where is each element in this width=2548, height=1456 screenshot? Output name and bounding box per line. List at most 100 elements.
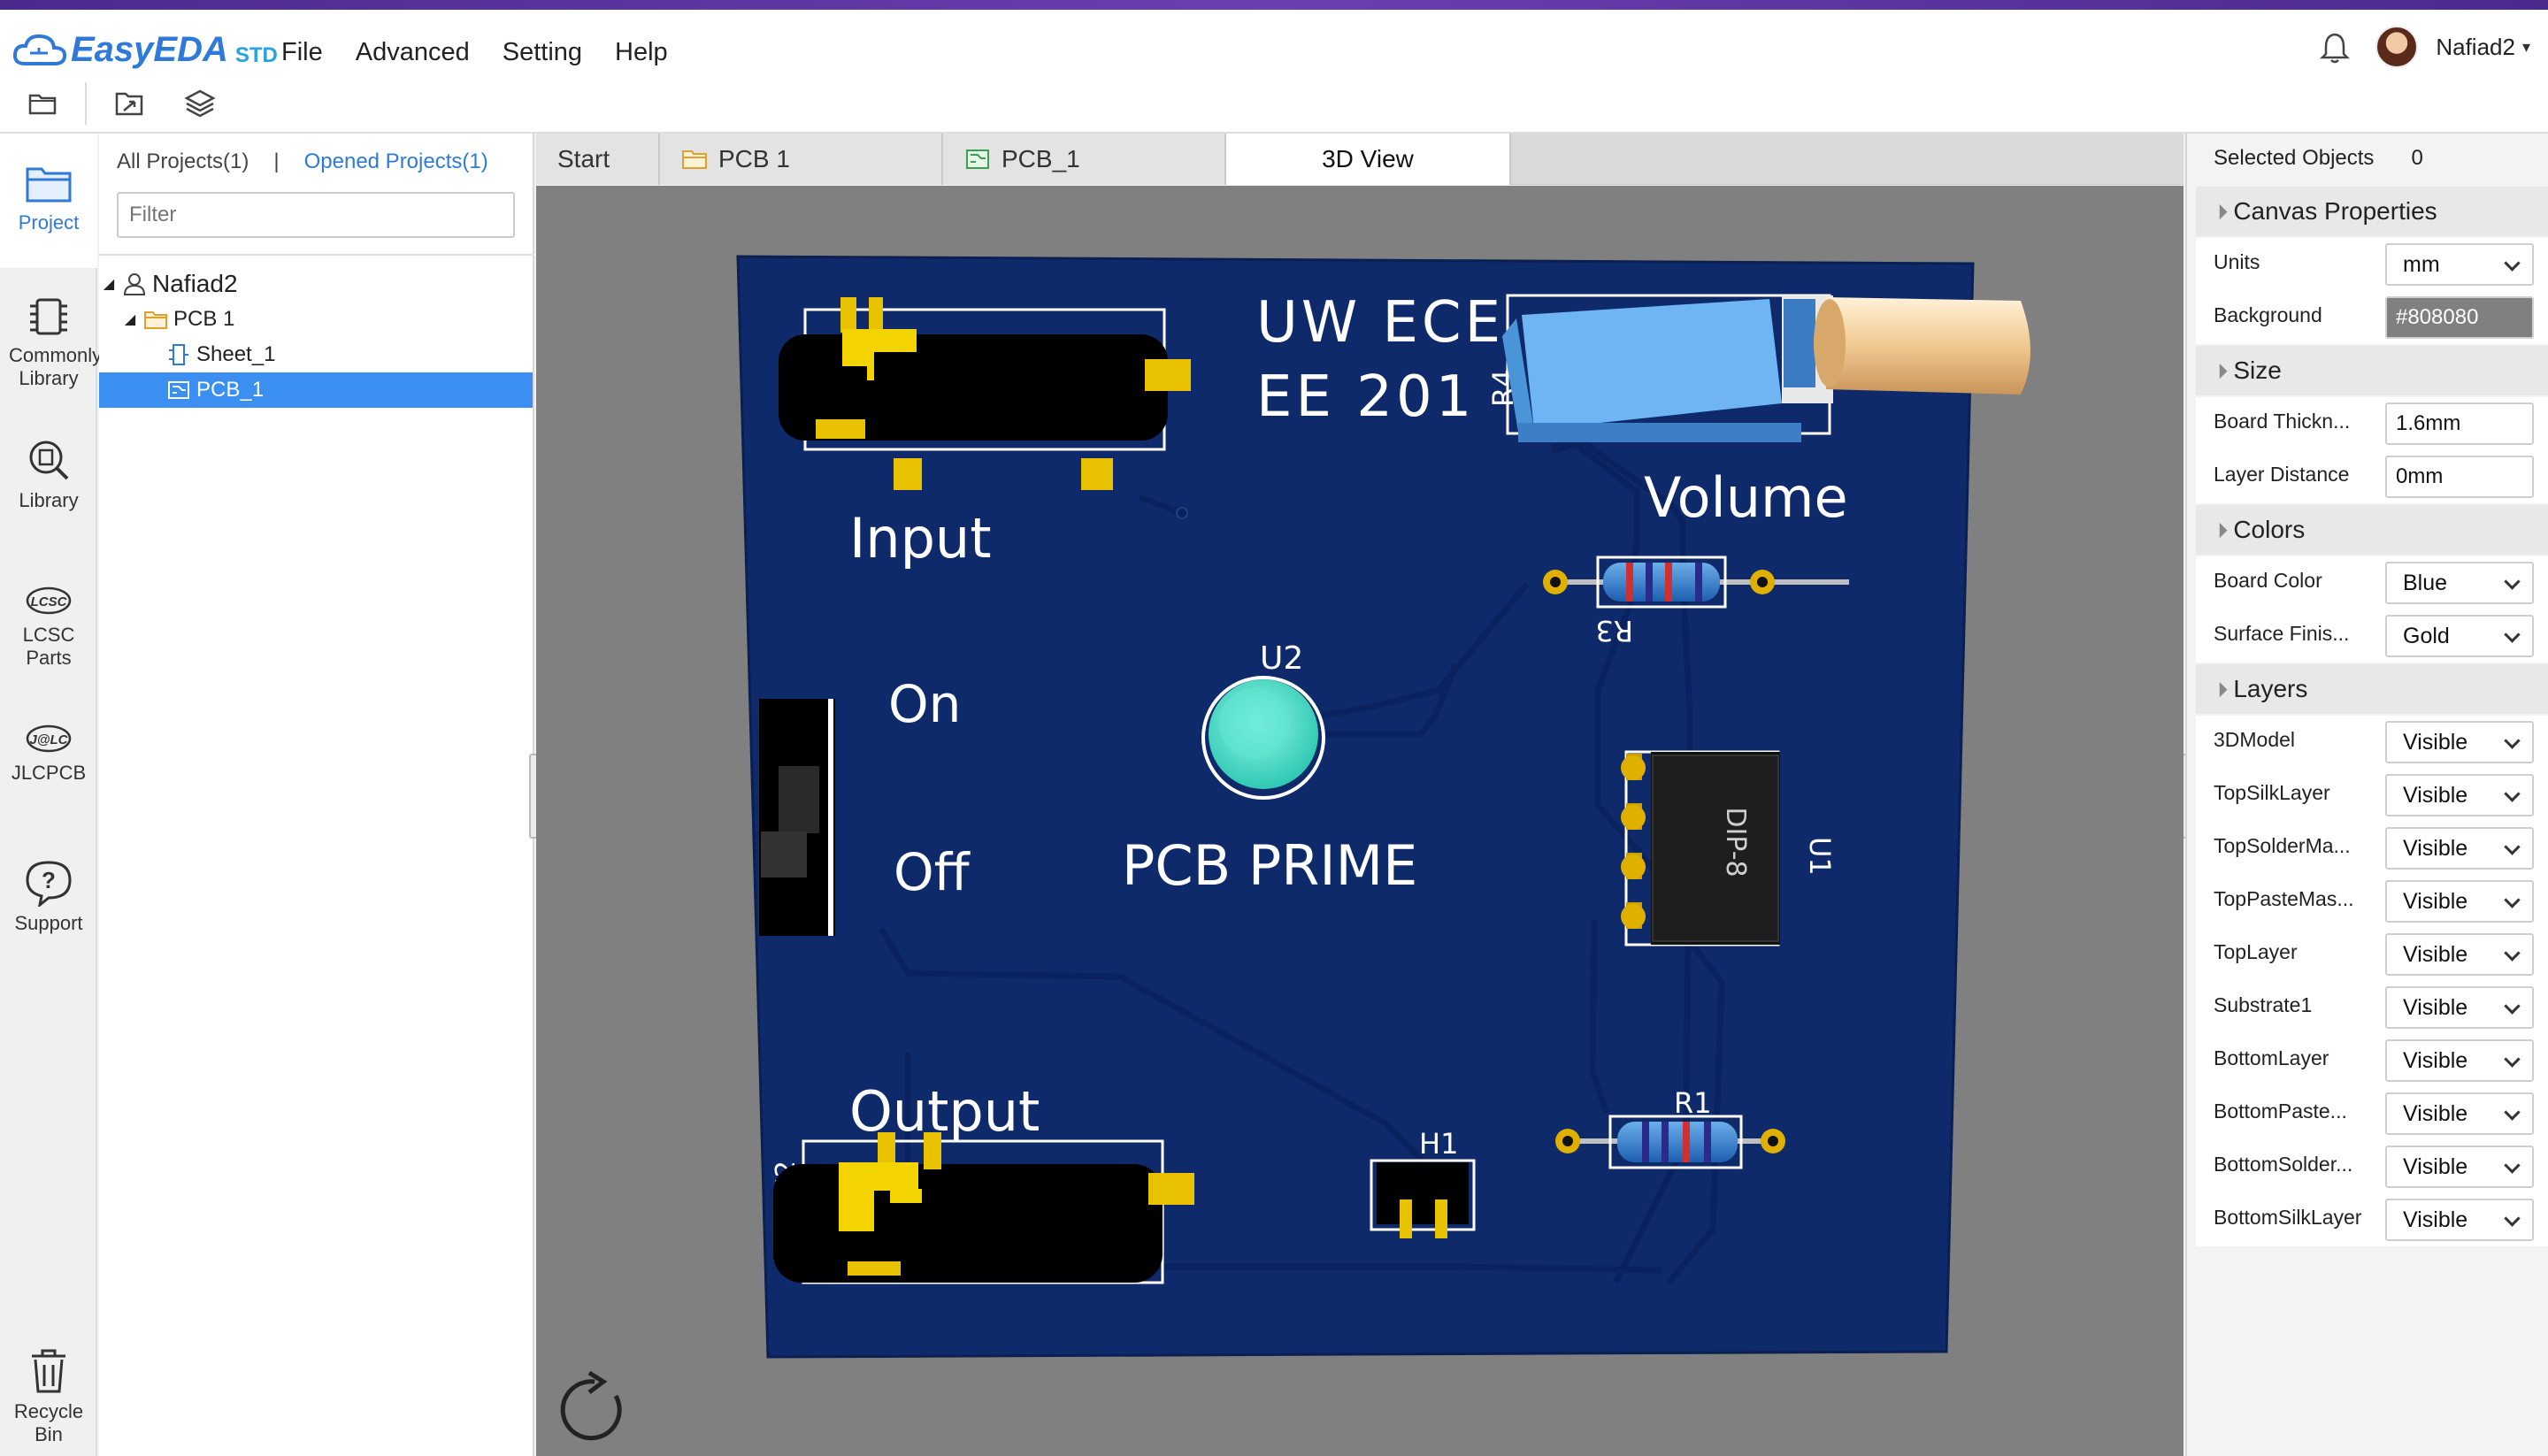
background-color-field[interactable]: #808080 <box>2385 296 2534 339</box>
menu-help[interactable]: Help <box>615 29 668 75</box>
selected-objects-count: 0 <box>2411 146 2423 170</box>
app-logo[interactable]: EasyEDA STD <box>12 27 278 72</box>
layer-distance-input[interactable]: 0mm <box>2385 456 2534 498</box>
layer-row: TopSolderMa... Visible <box>2196 822 2548 875</box>
layer-name: TopLayer <box>2214 940 2298 963</box>
layer-visibility-select[interactable]: Visible <box>2385 827 2534 870</box>
tab-label: PCB 1 <box>718 145 790 172</box>
background-value: #808080 <box>2396 305 2479 329</box>
prop-row-background: Background #808080 <box>2196 291 2548 344</box>
rail-project[interactable]: Project <box>0 134 97 268</box>
rail-recycle-bin-label: Recycle Bin <box>13 1400 84 1445</box>
tree-item-sheet[interactable]: Sheet_1 <box>99 337 533 372</box>
cloud-logo-icon <box>12 34 67 65</box>
menu-advanced[interactable]: Advanced <box>356 29 470 75</box>
library-search-icon <box>29 441 69 480</box>
layer-name: TopPasteMas... <box>2214 887 2354 910</box>
layer-name: TopSilkLayer <box>2214 781 2330 804</box>
prop-label: Board Color <box>2214 569 2322 592</box>
tree-divider <box>99 254 534 256</box>
rail-library[interactable]: Library <box>0 436 97 512</box>
layers-icon[interactable] <box>182 86 218 121</box>
layer-visibility-select[interactable]: Visible <box>2385 774 2534 816</box>
section-canvas-properties[interactable]: ◢ Canvas Properties <box>2196 187 2548 236</box>
rail-lcsc[interactable]: LCSC LCSC Parts <box>0 583 97 670</box>
tree-item-label: Sheet_1 <box>196 342 276 366</box>
layer-visibility-select[interactable]: Visible <box>2385 1146 2534 1188</box>
rail-jlcpcb-label: JLCPCB <box>11 762 87 784</box>
rail-recycle-bin[interactable]: Recycle Bin <box>0 1347 97 1446</box>
board-render[interactable]: UW ECE EE 201 Input On Off Output Volume… <box>536 186 2183 1456</box>
layer-visibility-select[interactable]: Visible <box>2385 1092 2534 1135</box>
rail-support[interactable]: ? Support <box>0 859 97 935</box>
layer-visibility-select[interactable]: Visible <box>2385 880 2534 923</box>
layer-row: TopSilkLayer Visible <box>2196 769 2548 822</box>
folder-icon[interactable] <box>25 86 60 121</box>
section-title: Colors <box>2233 516 2306 543</box>
chip-text: DIP-8 <box>1720 807 1751 877</box>
layer-visibility-select[interactable]: Visible <box>2385 721 2534 763</box>
tab-project[interactable]: PCB 1 <box>660 134 943 185</box>
layer-visibility-select[interactable]: Visible <box>2385 986 2534 1029</box>
tab-start[interactable]: Start <box>536 134 660 185</box>
avatar[interactable] <box>2375 26 2419 68</box>
section-collapse-icon[interactable]: ◢ <box>2209 361 2230 381</box>
bell-icon[interactable] <box>2317 29 2352 65</box>
section-colors[interactable]: ◢ Colors <box>2196 505 2548 555</box>
tab-all-projects[interactable]: All Projects(1) <box>117 149 249 174</box>
rail-commonly-library[interactable]: Commonly Library <box>0 295 102 390</box>
prop-label: Layer Distance <box>2214 463 2350 486</box>
silk-ref-r1: R1 <box>1674 1086 1712 1120</box>
tab-3d-view[interactable]: 3D View <box>1226 134 1511 185</box>
filter-input[interactable] <box>117 192 515 238</box>
top-accent-stripe <box>0 0 2548 10</box>
board-color-select[interactable]: Blue <box>2385 562 2534 604</box>
section-collapse-icon[interactable]: ◢ <box>2209 520 2230 540</box>
collapse-arrow-icon[interactable]: ◢ <box>103 275 115 293</box>
layer-visibility-value: Visible <box>2403 1048 2468 1073</box>
section-layers[interactable]: ◢ Layers <box>2196 664 2548 714</box>
selected-objects-label: Selected Objects <box>2214 146 2375 170</box>
layer-visibility-select[interactable]: Visible <box>2385 933 2534 976</box>
silk-volume-label: Volume <box>1644 465 1848 530</box>
power-switch[interactable] <box>759 699 835 936</box>
tree-item-pcb[interactable]: PCB_1 <box>99 372 533 408</box>
rotate-reset-icon[interactable] <box>554 1369 635 1451</box>
svg-text:J@LC: J@LC <box>30 732 69 747</box>
led-u2[interactable] <box>1201 676 1325 800</box>
layer-visibility-value: Visible <box>2403 783 2468 808</box>
properties-panel: Selected Objects 0 ◢ Canvas Properties U… <box>2185 134 2548 1456</box>
prop-label: Background <box>2214 303 2322 326</box>
layer-row: BottomSilkLayer Visible <box>2196 1193 2548 1246</box>
layer-visibility-select[interactable]: Visible <box>2385 1039 2534 1082</box>
collapse-arrow-icon[interactable]: ◢ <box>124 310 136 328</box>
silk-ref-u1: U1 <box>1803 837 1837 876</box>
section-size[interactable]: ◢ Size <box>2196 346 2548 395</box>
rail-jlcpcb[interactable]: J@LC JLCPCB <box>0 721 97 785</box>
tree-item-project[interactable]: ◢ PCB 1 <box>99 302 533 337</box>
silk-input-label: Input <box>849 506 992 571</box>
layer-row: 3DModel Visible <box>2196 716 2548 769</box>
menubar: EasyEDA STD File Advanced Setting Help N… <box>0 10 2548 134</box>
layer-row: TopPasteMas... Visible <box>2196 875 2548 928</box>
section-collapse-icon[interactable]: ◢ <box>2209 202 2230 222</box>
layer-visibility-select[interactable]: Visible <box>2385 1199 2534 1241</box>
username[interactable]: Nafiad2 <box>2436 34 2515 61</box>
tab-pcb[interactable]: PCB_1 <box>943 134 1226 185</box>
thickness-value: 1.6mm <box>2396 411 2461 435</box>
units-select[interactable]: mm <box>2385 243 2534 286</box>
menu-setting[interactable]: Setting <box>503 29 582 75</box>
tree-item-user[interactable]: ◢ Nafiad2 <box>99 266 533 302</box>
chevron-down-icon[interactable]: ▾ <box>2522 38 2530 57</box>
silk-title-line2: EE 201 <box>1256 364 1475 430</box>
layer-name: Substrate1 <box>2214 993 2313 1016</box>
export-icon[interactable] <box>111 86 147 121</box>
board-thickness-input[interactable]: 1.6mm <box>2385 402 2534 445</box>
surface-finish-select[interactable]: Gold <box>2385 615 2534 657</box>
layer-visibility-value: Visible <box>2403 942 2468 967</box>
tab-opened-projects[interactable]: Opened Projects(1) <box>304 149 488 174</box>
section-collapse-icon[interactable]: ◢ <box>2209 679 2230 700</box>
rail-library-label: Library <box>19 489 79 511</box>
menu-file[interactable]: File <box>281 29 323 75</box>
3d-canvas[interactable]: UW ECE EE 201 Input On Off Output Volume… <box>536 186 2183 1456</box>
